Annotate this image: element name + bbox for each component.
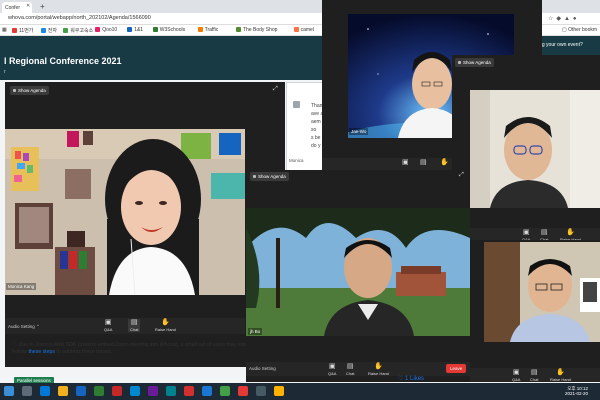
teams-icon[interactable] xyxy=(166,386,176,396)
bookmark-icon xyxy=(12,28,17,34)
bookmark-icon xyxy=(152,27,158,33)
qa-button-br[interactable]: ▣ Q&A xyxy=(512,369,520,382)
audio-setting-button-center[interactable]: Audio Setting xyxy=(249,366,276,371)
show-agenda-button[interactable]: Show Agenda xyxy=(10,86,49,95)
app-icon-gray[interactable] xyxy=(256,386,266,396)
show-agenda-button-right[interactable]: Show Agenda xyxy=(455,58,494,67)
app-icon-green[interactable] xyxy=(220,386,230,396)
raise-hand-button[interactable]: ✋ Raise Hand xyxy=(155,319,176,332)
powerpoint-icon[interactable] xyxy=(112,386,122,396)
bookmark-item[interactable]: 1&1 xyxy=(127,27,143,33)
participant-video-office xyxy=(484,242,600,342)
kakaotalk-icon[interactable] xyxy=(274,386,284,396)
chat-sender: Monica xyxy=(289,158,304,163)
new-tab-icon[interactable]: + xyxy=(40,2,45,11)
audio-setting-button[interactable]: Audio Setting ⌃ xyxy=(8,324,40,330)
participant-name-main: Monica Kang xyxy=(6,283,37,290)
tab-label: Confer xyxy=(5,5,21,11)
hand-icon: ✋ xyxy=(161,319,170,326)
main-speaker-video xyxy=(5,129,245,295)
bookmark-icon xyxy=(293,27,299,33)
outlook-icon[interactable] xyxy=(130,386,140,396)
bookmark-icon xyxy=(236,27,241,33)
bookmark-item[interactable]: Traffic xyxy=(197,27,218,33)
chrome-icon[interactable] xyxy=(238,386,248,396)
qa-icon: ▣ xyxy=(104,319,112,326)
speaker-scene xyxy=(5,129,245,295)
bookmark-item[interactable]: 워쿠고숙소 xyxy=(63,27,93,34)
expand-icon-center[interactable]: ⤢ xyxy=(459,172,464,179)
info-icon: ⓘ xyxy=(12,342,18,348)
chat-button-top[interactable]: ▤ xyxy=(420,159,427,167)
extension-icons[interactable]: ☆◆▲● xyxy=(548,15,580,22)
qa-button[interactable]: ▣ Q&A xyxy=(104,319,112,332)
start-icon[interactable] xyxy=(4,386,14,396)
chat-button[interactable]: ▤ Chat xyxy=(128,319,141,332)
chat-avatar xyxy=(293,101,300,108)
word-icon[interactable] xyxy=(76,386,86,396)
bookmark-item[interactable]: W3Schools xyxy=(152,27,185,33)
participant-video-glasses xyxy=(470,90,600,208)
bookmark-icon xyxy=(197,27,203,33)
bookmark-icon xyxy=(40,28,46,34)
zoom-toolbar-center xyxy=(246,362,470,376)
zoom-notice: ⓘ Due to Zoom's Web SDK (used to embed Z… xyxy=(12,342,247,355)
bookmark-icon xyxy=(63,28,69,34)
expand-icon[interactable]: ⤢ xyxy=(273,86,278,93)
chat-icon: ▤ xyxy=(130,319,138,326)
chat-button-center[interactable]: ▤ Chat xyxy=(346,363,354,376)
host-event-link[interactable]: ing your own event? xyxy=(538,42,583,48)
system-clock[interactable]: 오후 10:12 2021-02-20 xyxy=(565,386,588,396)
likes-count[interactable]: ♡ 1 Likes xyxy=(398,375,424,382)
raise-hand-button-center[interactable]: ✋ Raise Hand xyxy=(368,363,389,376)
chat-button-br[interactable]: ▤ Chat xyxy=(530,369,538,382)
leave-button[interactable]: Leave xyxy=(446,364,467,373)
raise-hand-button-br[interactable]: ✋ Raise Hand xyxy=(550,369,571,382)
zoom-toolbar-main xyxy=(5,318,245,334)
bookmark-item[interactable]: Qoo10 xyxy=(95,27,117,33)
bookmark-icon xyxy=(127,27,133,33)
page-subtitle: r xyxy=(4,69,6,75)
participant-name-top: Jae-Wo xyxy=(349,128,369,135)
these-steps-link[interactable]: these steps xyxy=(28,349,55,355)
onenote-icon[interactable] xyxy=(148,386,158,396)
participant-video-tree xyxy=(246,208,470,336)
bookmark-item[interactable]: 전자 xyxy=(40,27,57,34)
url-text[interactable]: whova.com/portal/webapp/north_202102/Age… xyxy=(8,15,151,21)
bookmark-item[interactable]: The Body Shop xyxy=(236,27,277,33)
bookmark-item[interactable]: camel xyxy=(293,27,314,33)
qa-button-top[interactable]: ▣ xyxy=(402,159,409,167)
app-icon-red[interactable] xyxy=(184,386,194,396)
apps-icon[interactable]: ▦ xyxy=(2,27,7,33)
page-title: l Regional Conference 2021 xyxy=(4,56,122,66)
bookmark-icon xyxy=(95,27,101,33)
search-icon[interactable] xyxy=(22,386,32,396)
participant-name-center: jh Bo xyxy=(248,328,263,335)
other-bookmarks[interactable]: ▢ Other bookm xyxy=(562,27,597,33)
edge-icon[interactable] xyxy=(40,386,50,396)
zoom-icon[interactable] xyxy=(202,386,212,396)
bookmark-item[interactable]: 11번가 xyxy=(12,27,33,34)
excel-icon[interactable] xyxy=(94,386,104,396)
folder-icon[interactable] xyxy=(58,386,68,396)
windows-taskbar xyxy=(0,383,600,400)
close-tab-icon[interactable]: ✕ xyxy=(26,3,30,9)
show-agenda-button-center[interactable]: Show Agenda xyxy=(250,172,289,181)
qa-button-center[interactable]: ▣ Q&A xyxy=(328,363,336,376)
raise-hand-button-top[interactable]: ✋ xyxy=(440,159,449,167)
